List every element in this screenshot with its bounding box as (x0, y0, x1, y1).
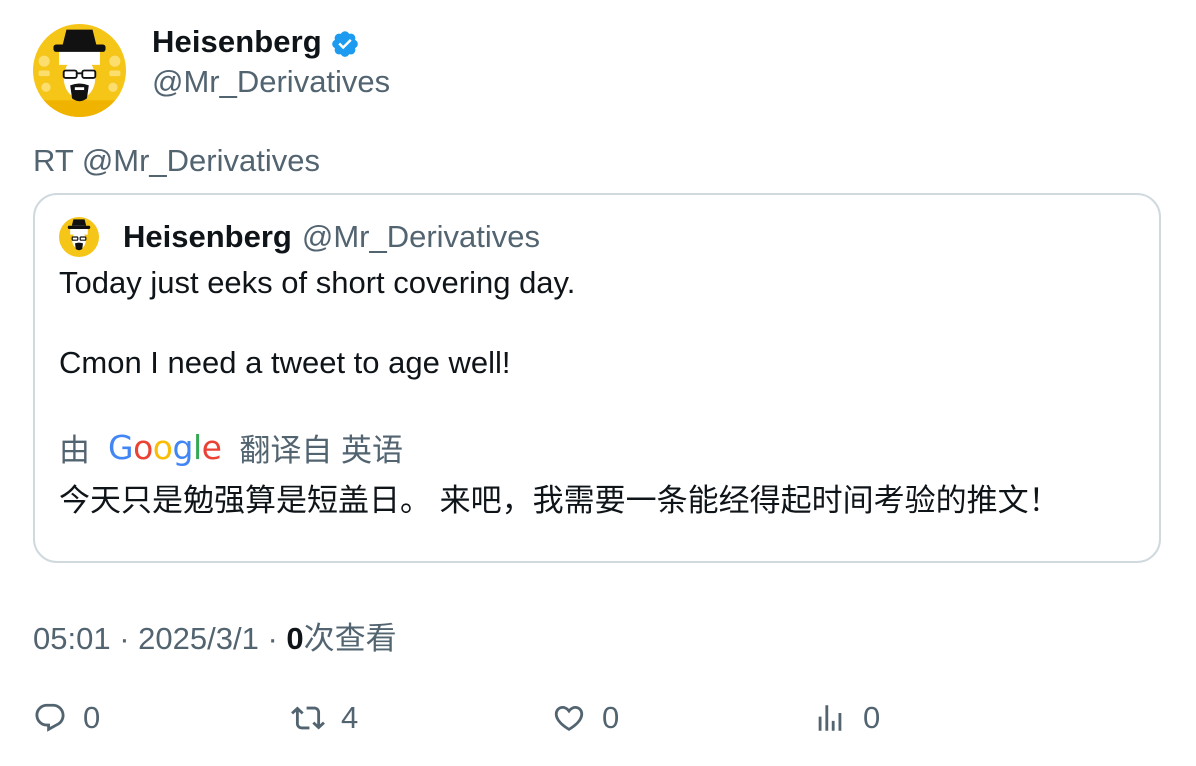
analytics-icon (818, 705, 842, 731)
quoted-avatar (59, 217, 99, 257)
retweet-icon (291, 706, 325, 730)
tweet-meta: 05:01 · 2025/3/1 · 0次查看 (33, 613, 397, 658)
views-label: 次查看 (303, 621, 397, 656)
translated-text: 今天只是勉强算是短盖日。 来吧，我需要一条能经得起时间考验的推文！ (59, 483, 1060, 518)
meta-separator: · (119, 621, 130, 656)
avatar[interactable] (33, 24, 126, 117)
tweet-header: Heisenberg @Mr_Derivatives (33, 24, 390, 124)
like-button[interactable]: 0 (552, 700, 619, 736)
author-display-name[interactable]: Heisenberg (152, 24, 322, 60)
quoted-tweet[interactable]: Heisenberg @Mr_Derivatives Today just ee… (33, 193, 1161, 563)
meta-separator: · (267, 621, 278, 656)
verified-badge-icon[interactable] (330, 29, 360, 59)
quoted-text-line-1: Today just eeks of short covering day. (59, 265, 576, 300)
tweet-time[interactable]: 05:01 (33, 621, 111, 656)
views-button[interactable]: 0 (813, 700, 880, 736)
avatar-image (33, 24, 126, 117)
views-action-count: 0 (863, 700, 881, 735)
retweet-button[interactable]: 4 (291, 700, 358, 736)
tweet-card: Heisenberg @Mr_Derivatives RT @Mr_Deriva… (0, 0, 1196, 766)
quoted-display-name: Heisenberg (123, 219, 292, 254)
reply-count: 0 (83, 700, 101, 735)
quoted-handle: @Mr_Derivatives (301, 219, 541, 254)
views-count: 0 (286, 621, 304, 656)
translation-attribution: 由 Google 翻译自 英语 (59, 425, 403, 470)
translation-prefix: 由 (59, 433, 90, 468)
quoted-text-line-2: Cmon I need a tweet to age well! (59, 345, 511, 380)
reply-icon (35, 703, 65, 732)
like-count: 0 (602, 700, 620, 735)
retweet-count: 4 (341, 700, 359, 735)
heart-icon (554, 705, 584, 731)
action-bar: 0 4 0 0 (33, 700, 1161, 744)
translation-suffix: 翻译自 英语 (239, 433, 404, 468)
author-handle[interactable]: @Mr_Derivatives (152, 64, 390, 100)
retweet-label: RT @Mr_Derivatives (33, 143, 320, 178)
quoted-tweet-header: Heisenberg @Mr_Derivatives (59, 217, 540, 257)
google-logo: Google (108, 428, 222, 467)
tweet-date[interactable]: 2025/3/1 (138, 621, 259, 656)
reply-button[interactable]: 0 (33, 700, 100, 736)
